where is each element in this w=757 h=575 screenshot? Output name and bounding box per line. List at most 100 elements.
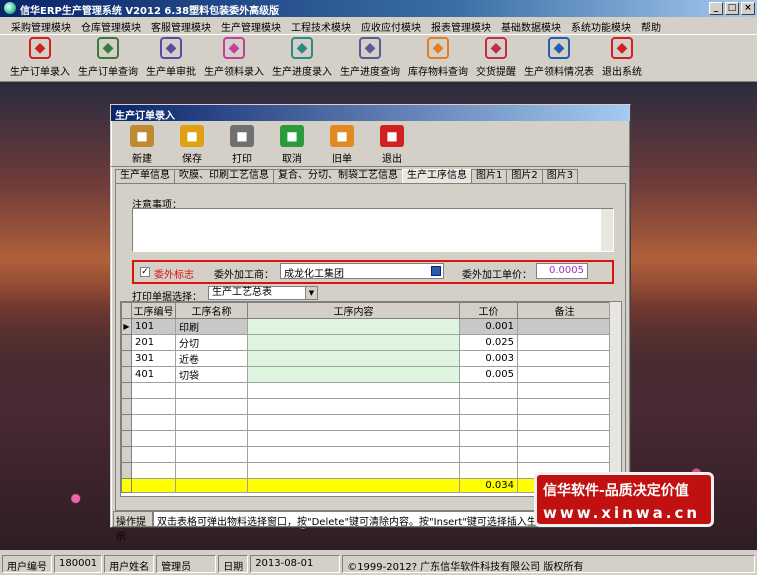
empty-cell[interactable] bbox=[517, 398, 612, 415]
empty-cell[interactable] bbox=[175, 430, 248, 447]
close-button[interactable]: × bbox=[741, 2, 755, 15]
col-header-code[interactable]: 工序编号 bbox=[131, 302, 176, 319]
empty-cell[interactable] bbox=[175, 446, 248, 463]
empty-cell[interactable] bbox=[247, 398, 460, 415]
table-row[interactable]: 301 近卷 0.003 bbox=[121, 350, 612, 367]
empty-cell[interactable] bbox=[131, 430, 176, 447]
empty-cell[interactable] bbox=[247, 446, 460, 463]
process-grid[interactable]: 工序编号 工序名称 工序内容 工价 备注 ▶ 101 印刷 0.001 201 分切 0.0… bbox=[120, 301, 622, 497]
table-row[interactable]: ▶ 101 印刷 0.001 bbox=[121, 318, 612, 335]
empty-cell[interactable] bbox=[459, 462, 518, 479]
cell-content[interactable] bbox=[247, 366, 460, 383]
empty-cell[interactable] bbox=[247, 430, 460, 447]
save-button[interactable]: ■ 保存 bbox=[167, 125, 217, 167]
minimize-button[interactable]: _ bbox=[709, 2, 723, 15]
cell-remark[interactable] bbox=[517, 350, 612, 367]
toolbar-button-progress-entry[interactable]: ◆ 生产进度录入 bbox=[268, 35, 336, 81]
tab-3[interactable]: 生产工序信息 bbox=[402, 169, 472, 183]
menu-customer-service[interactable]: 客服管理模块 bbox=[146, 17, 216, 34]
empty-cell[interactable] bbox=[517, 446, 612, 463]
exit-button[interactable]: ■ 退出 bbox=[367, 125, 417, 167]
col-header-price[interactable]: 工价 bbox=[459, 302, 518, 319]
toolbar-button-delivery[interactable]: ◆ 交货提醒 bbox=[472, 35, 520, 81]
empty-row[interactable] bbox=[121, 398, 612, 415]
print-select[interactable]: 生产工艺总表 ▼ bbox=[208, 286, 318, 300]
empty-row[interactable] bbox=[121, 446, 612, 463]
empty-cell[interactable] bbox=[459, 446, 518, 463]
menu-engineering[interactable]: 工程技术模块 bbox=[286, 17, 356, 34]
cell-code[interactable]: 401 bbox=[131, 366, 176, 383]
empty-cell[interactable] bbox=[517, 382, 612, 399]
empty-cell[interactable] bbox=[131, 462, 176, 479]
maximize-button[interactable]: □ bbox=[725, 2, 739, 15]
col-header-remark[interactable]: 备注 bbox=[517, 302, 612, 319]
empty-cell[interactable] bbox=[517, 414, 612, 431]
toolbar-button-material-issue[interactable]: ◆ 生产领料录入 bbox=[200, 35, 268, 81]
print-button[interactable]: ■ 打印 bbox=[217, 125, 267, 167]
cell-content[interactable] bbox=[247, 334, 460, 351]
cell-remark[interactable] bbox=[517, 366, 612, 383]
cell-name[interactable]: 分切 bbox=[175, 334, 248, 351]
tab-6[interactable]: 图片3 bbox=[541, 169, 579, 183]
outsource-price-field[interactable]: 0.0005 bbox=[536, 263, 588, 279]
menu-purchase[interactable]: 采购管理模块 bbox=[6, 17, 76, 34]
toolbar-button-material-report[interactable]: ◆ 生产领料情况表 bbox=[520, 35, 598, 81]
old-order-button[interactable]: ■ 旧单 bbox=[317, 125, 367, 167]
menu-reports[interactable]: 报表管理模块 bbox=[426, 17, 496, 34]
lookup-icon[interactable] bbox=[431, 266, 441, 276]
cell-code[interactable]: 101 bbox=[131, 318, 176, 335]
toolbar-button-inventory[interactable]: ◆ 库存物料查询 bbox=[404, 35, 472, 81]
cell-name[interactable]: 印刷 bbox=[175, 318, 248, 335]
toolbar-button-progress-query[interactable]: ◆ 生产进度查询 bbox=[336, 35, 404, 81]
new-button[interactable]: ■ 新建 bbox=[117, 125, 167, 167]
empty-cell[interactable] bbox=[517, 430, 612, 447]
menu-production[interactable]: 生产管理模块 bbox=[216, 17, 286, 34]
notes-scrollbar[interactable] bbox=[601, 209, 613, 251]
empty-cell[interactable] bbox=[459, 398, 518, 415]
outsource-checkbox[interactable]: ✓ bbox=[140, 267, 150, 277]
cell-price[interactable]: 0.005 bbox=[459, 366, 518, 383]
empty-cell[interactable] bbox=[175, 398, 248, 415]
cell-price[interactable]: 0.025 bbox=[459, 334, 518, 351]
empty-cell[interactable] bbox=[459, 382, 518, 399]
toolbar-button-exit[interactable]: ◆ 退出系统 bbox=[598, 35, 646, 81]
empty-row[interactable] bbox=[121, 382, 612, 399]
empty-cell[interactable] bbox=[131, 398, 176, 415]
cell-content[interactable] bbox=[247, 318, 460, 335]
tab-0[interactable]: 生产单信息 bbox=[115, 169, 175, 183]
cell-price[interactable]: 0.001 bbox=[459, 318, 518, 335]
cell-name[interactable]: 近卷 bbox=[175, 350, 248, 367]
toolbar-button-order-query[interactable]: ◆ 生产订单查询 bbox=[74, 35, 142, 81]
empty-cell[interactable] bbox=[175, 462, 248, 479]
table-row[interactable]: 401 切袋 0.005 bbox=[121, 366, 612, 383]
empty-cell[interactable] bbox=[459, 430, 518, 447]
empty-row[interactable] bbox=[121, 414, 612, 431]
empty-cell[interactable] bbox=[459, 414, 518, 431]
empty-row[interactable] bbox=[121, 430, 612, 447]
vendor-field[interactable]: 成龙化工集团 bbox=[280, 263, 444, 280]
cancel-button[interactable]: ■ 取消 bbox=[267, 125, 317, 167]
chevron-down-icon[interactable]: ▼ bbox=[305, 287, 317, 299]
grid-scrollbar[interactable] bbox=[609, 302, 621, 496]
empty-cell[interactable] bbox=[131, 414, 176, 431]
col-header-content[interactable]: 工序内容 bbox=[247, 302, 460, 319]
menu-warehouse[interactable]: 仓库管理模块 bbox=[76, 17, 146, 34]
empty-cell[interactable] bbox=[131, 446, 176, 463]
cell-code[interactable]: 201 bbox=[131, 334, 176, 351]
cell-price[interactable]: 0.003 bbox=[459, 350, 518, 367]
cell-name[interactable]: 切袋 bbox=[175, 366, 248, 383]
tab-4[interactable]: 图片1 bbox=[471, 169, 508, 183]
menu-basic-data[interactable]: 基础数据模块 bbox=[496, 17, 566, 34]
cell-content[interactable] bbox=[247, 350, 460, 367]
col-header-name[interactable]: 工序名称 bbox=[175, 302, 248, 319]
cell-remark[interactable] bbox=[517, 334, 612, 351]
menu-help[interactable]: 帮助 bbox=[636, 17, 666, 34]
empty-cell[interactable] bbox=[175, 382, 248, 399]
empty-cell[interactable] bbox=[247, 462, 460, 479]
tab-1[interactable]: 吹膜、印刷工艺信息 bbox=[174, 169, 274, 183]
empty-cell[interactable] bbox=[247, 414, 460, 431]
tab-2[interactable]: 复合、分切、制袋工艺信息 bbox=[273, 169, 403, 183]
cell-remark[interactable] bbox=[517, 318, 612, 335]
notes-textarea[interactable] bbox=[132, 208, 614, 252]
toolbar-button-approve[interactable]: ◆ 生产单审批 bbox=[142, 35, 200, 81]
